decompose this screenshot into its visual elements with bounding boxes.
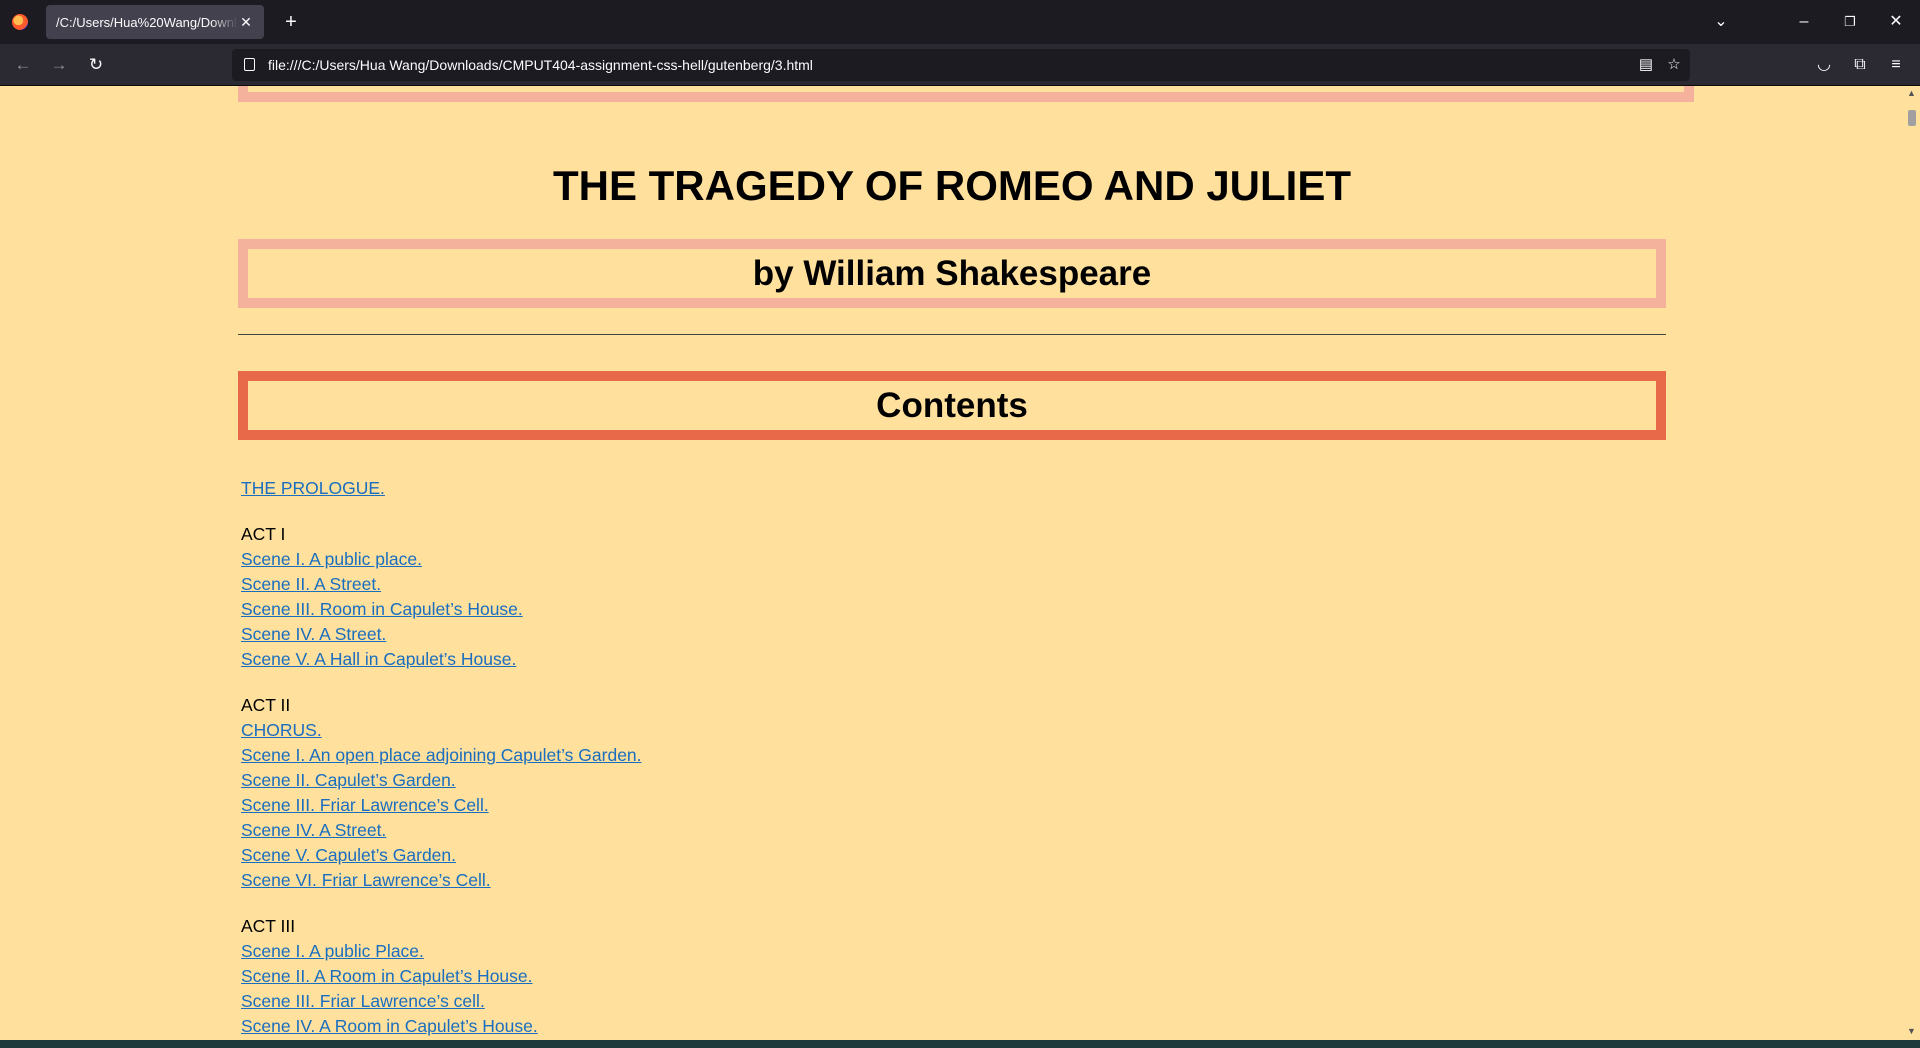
header-box	[238, 86, 1694, 102]
forward-icon[interactable]: →	[48, 54, 70, 76]
toc-link[interactable]: Scene IV. A Room in Capulet’s House.	[241, 1014, 642, 1039]
page-title: THE TRAGEDY OF ROMEO AND JULIET	[552, 162, 1352, 209]
toc-link[interactable]: Scene VI. Friar Lawrence’s Cell.	[241, 868, 642, 893]
minimize-icon[interactable]: –	[1794, 12, 1814, 32]
tab-bar: /C:/Users/Hua%20Wang/Downloads/CMPUT404-…	[0, 0, 1920, 44]
toc-link[interactable]: Scene III. Friar Lawrence’s Cell.	[241, 793, 642, 818]
act-label: ACT II	[241, 695, 291, 715]
scrollbar-thumb[interactable]	[1908, 110, 1916, 126]
act-label: ACT I	[241, 524, 286, 544]
tab-title: /C:/Users/Hua%20Wang/Downloads/CMPUT404-…	[56, 14, 238, 30]
extensions-icon[interactable]: ⧉	[1849, 54, 1871, 76]
bookmark-star-icon[interactable]: ☆	[1664, 55, 1684, 75]
toc-link[interactable]: Scene III. Room in Capulet’s House.	[241, 597, 642, 622]
menu-icon[interactable]: ≡	[1885, 54, 1907, 76]
page-icon	[244, 58, 255, 71]
tab-close-icon[interactable]: ✕	[238, 14, 254, 31]
toc-link[interactable]: Scene I. A public Place.	[241, 939, 642, 964]
url-text[interactable]: file:///C:/Users/Hua Wang/Downloads/CMPU…	[268, 57, 813, 73]
toc-link[interactable]: Scene V. A Hall in Capulet’s House.	[241, 647, 642, 672]
back-icon[interactable]: ←	[12, 54, 34, 76]
page-content: THE TRAGEDY OF ROMEO AND JULIET by Willi…	[0, 86, 1903, 1040]
list-tabs-icon[interactable]: ⌄	[1711, 12, 1731, 32]
reader-view-icon[interactable]: ▤	[1636, 55, 1656, 75]
restore-icon[interactable]: ❐	[1840, 12, 1860, 32]
contents-box: Contents	[238, 371, 1666, 440]
divider	[238, 334, 1666, 335]
toc-link[interactable]: Scene II. A Room in Capulet’s House.	[241, 964, 642, 989]
new-tab-button[interactable]: +	[280, 11, 302, 33]
toc-link[interactable]: Scene IV. A Street.	[241, 622, 642, 647]
author-heading: by William Shakespeare	[752, 253, 1152, 293]
toc-link[interactable]: Scene III. Friar Lawrence’s cell.	[241, 989, 642, 1014]
firefox-logo-icon	[12, 14, 28, 30]
scroll-up-icon[interactable]: ▲	[1906, 88, 1917, 98]
toc-link[interactable]: Scene V. Capulet’s Garden.	[241, 843, 642, 868]
contents-heading: Contents	[876, 385, 1028, 425]
reload-icon[interactable]: ↻	[85, 54, 107, 76]
toc-link-prologue[interactable]: THE PROLOGUE.	[241, 476, 642, 501]
toc-link[interactable]: Scene II. A Street.	[241, 572, 642, 597]
scroll-down-icon[interactable]: ▼	[1906, 1026, 1917, 1036]
toc-link[interactable]: Scene I. A public place.	[241, 547, 642, 572]
toc-link[interactable]: Scene I. An open place adjoining Capulet…	[241, 743, 642, 768]
toc-link[interactable]: CHORUS.	[241, 718, 642, 743]
toc-link[interactable]: Scene IV. A Street.	[241, 818, 642, 843]
author-box: by William Shakespeare	[238, 239, 1666, 308]
url-bar[interactable]: file:///C:/Users/Hua Wang/Downloads/CMPU…	[232, 49, 1690, 81]
toc-link[interactable]: Scene II. Capulet’s Garden.	[241, 768, 642, 793]
taskbar	[0, 1040, 1920, 1048]
active-tab[interactable]: /C:/Users/Hua%20Wang/Downloads/CMPUT404-…	[46, 5, 264, 39]
act-label: ACT III	[241, 916, 296, 936]
vertical-scrollbar[interactable]: ▲ ▼	[1903, 86, 1920, 1040]
pocket-icon[interactable]: ◡	[1813, 54, 1835, 76]
navigation-bar: ← → ↻ file:///C:/Users/Hua Wang/Download…	[0, 44, 1920, 86]
table-of-contents: THE PROLOGUE. ACT I Scene I. A public pl…	[241, 476, 642, 1039]
close-icon[interactable]: ✕	[1886, 12, 1906, 32]
